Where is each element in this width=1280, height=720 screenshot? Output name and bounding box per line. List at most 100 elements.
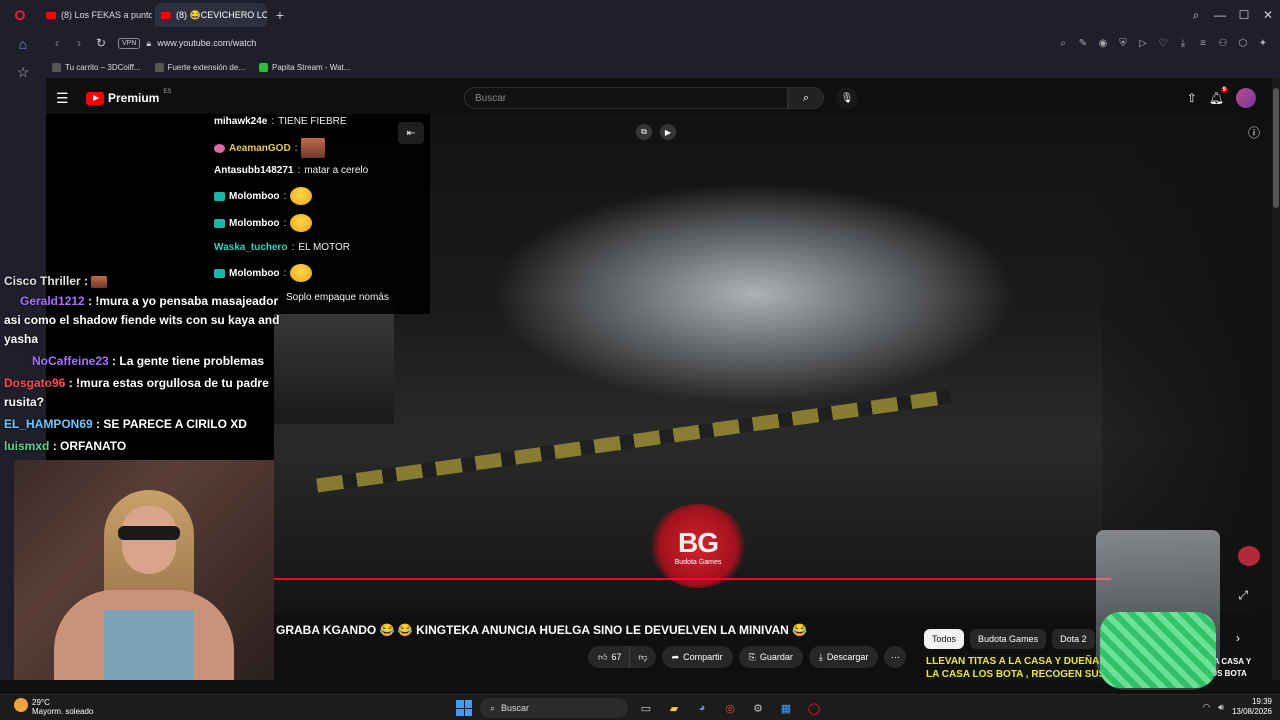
taskbar-search-label: Buscar [501,703,530,713]
taskbar-search[interactable]: ⌕ Buscar [480,698,628,718]
chip-todos[interactable]: Todos [924,629,965,649]
progress-bar[interactable] [274,578,1111,580]
chip-dota-2[interactable]: Dota 2 [1052,629,1095,649]
url-field[interactable]: www.youtube.com/watch [157,38,256,48]
streamer-chat-line: NoCaffeine23 : La gente tiene problemas [4,352,280,371]
info-icon[interactable]: ⓘ [1248,124,1260,141]
zoom-icon[interactable]: ⌕ [1056,38,1070,49]
cast-icon[interactable]: ▶ [660,124,676,140]
reload-button[interactable]: ↻ [90,36,112,50]
tab-cevichero[interactable]: (8) 😂CEVICHERO LOKEA [155,3,267,27]
chrome-icon[interactable]: ◎ [720,698,740,718]
more-actions-button[interactable]: ⋯ [884,646,907,668]
opera-taskbar-icon[interactable]: ◯ [804,698,824,718]
fullscreen-icon[interactable]: ⤢ [1238,588,1248,603]
avatar[interactable] [1236,88,1256,108]
bookmark-label: Papita Stream - Wat... [271,62,351,72]
miniplayer-icon[interactable]: ⧉ [636,124,652,140]
chat-text: TIENE FIEBRE [278,116,347,127]
tab-search-icon[interactable]: ⌕ [1184,8,1208,23]
search-input[interactable]: Buscar [464,87,788,109]
taskbar-apps: ⌕ Buscar ▭ ▰ ◕ ◎ ⚙ ▦ ◯ [456,698,824,718]
upload-icon[interactable]: ⇧ [1187,91,1197,105]
webcam-face [122,506,176,574]
download-icon[interactable]: ⤓ [1176,38,1190,49]
file-explorer-icon[interactable]: ▭ [636,698,656,718]
home-icon[interactable]: ⌂ [0,30,46,58]
chevron-right-icon[interactable]: › [1236,631,1240,645]
menu-icon[interactable]: ≡ [1196,38,1210,49]
bell-icon: 🔔︎ [1208,91,1224,105]
weather-widget[interactable]: 29°C Mayorm. soleado [14,698,93,716]
window-controls: ⌕ — ☐ ✕ [1184,0,1280,30]
bookmark-favicon-icon [258,62,268,72]
more-icon: ⋯ [890,651,900,662]
voice-search-button[interactable]: 🎙︎ [836,87,858,109]
windows-start-icon[interactable] [456,700,472,716]
ai-icon[interactable]: ✦ [1256,38,1270,49]
search-icon: ⌕ [802,91,810,104]
save-button[interactable]: ⎘ Guardar [738,646,803,668]
settings-icon[interactable]: ⚙ [748,698,768,718]
star-icon[interactable]: ☆ [0,58,46,86]
heart-icon[interactable]: ♡ [1156,38,1170,49]
notifications-button[interactable]: 🔔︎ 9 [1208,87,1228,105]
share-button[interactable]: ➦ Compartir [661,646,733,668]
folder-icon[interactable]: ▰ [664,698,684,718]
youtube-favicon-icon [46,11,56,19]
forward-button[interactable]: › [68,36,90,50]
maximize-button[interactable]: ☐ [1232,8,1256,22]
volume-icon[interactable]: 🔊︎ [1218,702,1224,713]
profile-icon[interactable]: ⚇ [1216,38,1230,49]
scrollbar-thumb[interactable] [1273,88,1279,208]
wifi-icon[interactable]: ◠ [1202,702,1210,713]
webcam-clothing [104,610,194,680]
chat-user: Molomboo [229,217,280,229]
header-actions: ⇧ 🔔︎ 9 [1187,87,1256,108]
app-icon[interactable]: ▦ [776,698,796,718]
download-button[interactable]: ⤓ Descargar [808,646,879,668]
extensions-icon[interactable]: ⬡ [1236,38,1250,49]
minimize-button[interactable]: — [1208,8,1232,22]
bookmarks-bar: Tu carrito – 3DCoiff... Fuerte extensión… [46,56,1280,78]
shield-icon[interactable]: ⛨ [1116,38,1130,49]
chat-separator: : [297,165,301,176]
close-button[interactable]: ✕ [1256,8,1280,22]
bookmark-item[interactable]: Fuerte extensión de... [154,62,245,72]
hamburger-menu-icon[interactable]: ☰ [56,90,72,107]
thumbs-up-icon: 👍︎ [598,651,608,662]
chat-user: Gerald1212 [20,294,85,308]
chat-collapse-button[interactable]: ⇤ [398,122,424,144]
new-tab-button[interactable]: + [270,5,290,25]
youtube-logo[interactable]: Premium ES [86,89,171,105]
chip-budota-games[interactable]: Budota Games [970,629,1047,649]
overlay-glass-decoration [1096,530,1220,690]
weather-text: Mayorm. soleado [32,707,94,716]
discord-icon[interactable]: ◕ [692,698,712,718]
opera-logo-icon[interactable]: O [0,0,40,30]
share-label: Compartir [683,652,723,662]
bookmark-favicon-icon [154,62,164,72]
like-button[interactable]: 👍︎ 67 [588,646,630,668]
page-scrollbar[interactable] [1272,78,1280,680]
camera-icon[interactable]: ◉ [1096,38,1110,49]
edit-icon[interactable]: ✎ [1076,38,1090,49]
dislike-button[interactable]: 👎︎ [629,646,656,668]
bookmark-item[interactable]: Papita Stream - Wat... [258,62,351,72]
chat-text: La gente tiene problemas [119,354,265,368]
chat-user: Dosgato96 [4,376,66,390]
clock[interactable]: 19:39 13/08/2026 [1232,697,1272,717]
save-label: Guardar [759,652,793,662]
address-bar-icons: ⌕ ✎ ◉ ⛨ ▷ ♡ ⤓ ≡ ⚇ ⬡ ✦ [1056,30,1270,56]
bookmark-item[interactable]: Tu carrito – 3DCoiff... [52,62,141,72]
streamer-chat-line: luismxd : ORFANATO [4,439,127,453]
back-button[interactable]: ‹ [46,36,68,50]
search-button[interactable]: ⌕ [788,87,824,109]
play-icon[interactable]: ▷ [1136,38,1150,49]
chat-text: matar a cerelo [304,165,369,176]
vpn-badge[interactable]: VPN [118,37,141,49]
streamer-chat-line: Gerald1212 : !mura a yo pensaba masajead… [4,294,280,346]
chat-text: Soplo empaque nomás [286,292,389,303]
windows-taskbar: 29°C Mayorm. soleado ⌕ Buscar ▭ ▰ ◕ ◎ ⚙ ▦… [0,694,1280,720]
tab-los-fekas[interactable]: (8) Los FEKAS a punto de [40,3,152,27]
